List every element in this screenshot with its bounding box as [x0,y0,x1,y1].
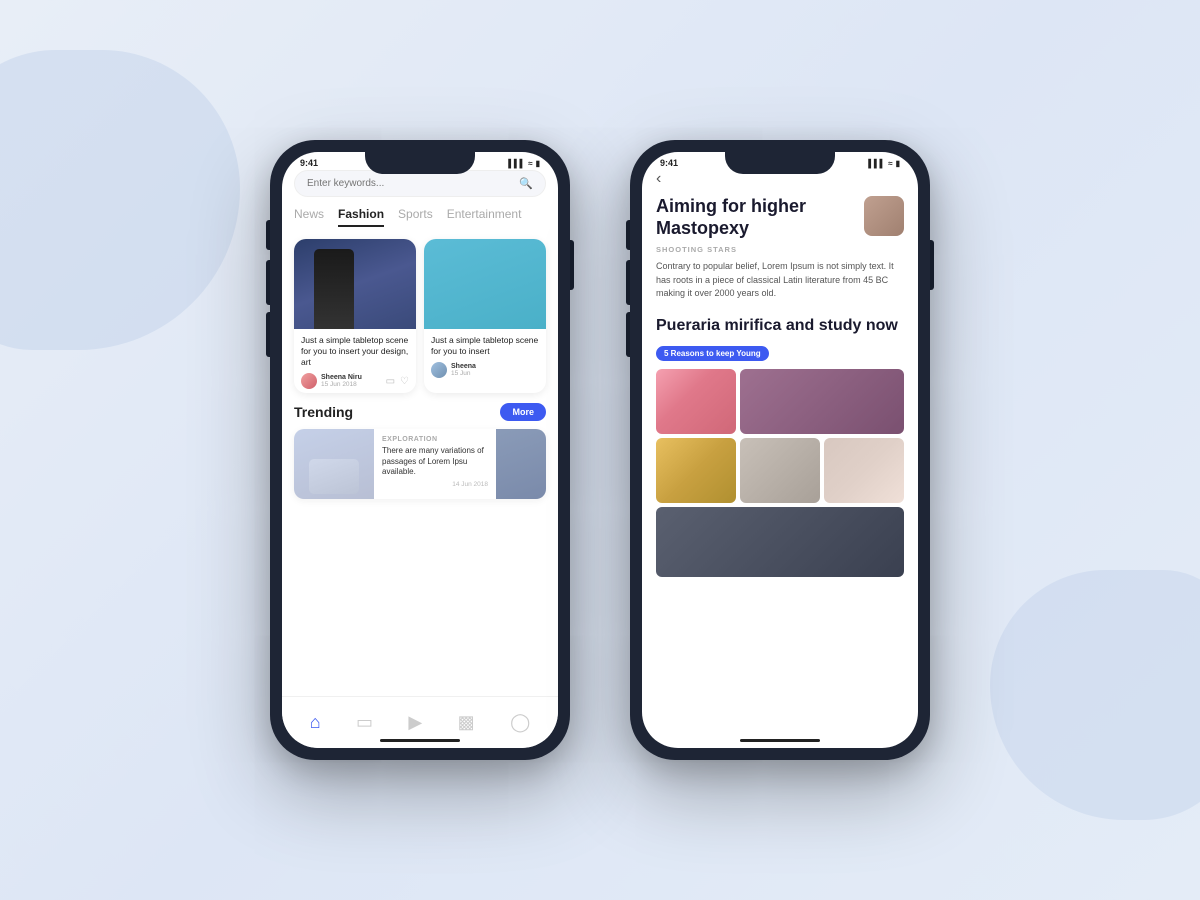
article-excerpt: Contrary to popular belief, Lorem Ipsum … [656,260,904,301]
article-body-1: Just a simple tabletop scene for you to … [294,329,416,393]
trending-header: Trending More [294,403,546,421]
photo-woman-hat [656,438,736,503]
wifi-icon-2: ≈ [888,159,892,168]
article-card-1[interactable]: Just a simple tabletop scene for you to … [294,239,416,393]
author-date-2: 15 Jun [451,370,476,377]
author-info-1: Sheena Niru 15 Jun 2018 [301,373,362,389]
section-title: Pueraria mirifica and study now [656,317,904,335]
article-title-2: Just a simple tabletop scene for you to … [431,335,539,357]
phone-2: 9:41 ▌▌▌ ≈ ▮ ‹ Aiming for higher Mastope… [630,140,930,760]
article-main-title: Aiming for higher Mastopexy [656,196,856,239]
article-body-2: Just a simple tabletop scene for you to … [424,329,546,382]
article-card-2[interactable]: Just a simple tabletop scene for you to … [424,239,546,393]
photo-woman-coat [740,438,820,503]
search-icon: 🔍 [519,177,533,190]
article-thumbnail [864,196,904,236]
volume-down-button [266,312,270,357]
article-meta-1: Sheena Niru 15 Jun 2018 ▭ ♡ [301,373,409,389]
phone-2-content: ‹ Aiming for higher Mastopexy SHOOTING S… [642,170,918,738]
phone-1-content: 🔍 News Fashion Sports Entertainment Just… [282,170,558,738]
tab-entertainment[interactable]: Entertainment [447,207,522,227]
volume-up-button [266,260,270,305]
power-button [570,240,574,290]
author-avatar-1 [301,373,317,389]
photo-woman-closeup [824,438,904,503]
article-header: Aiming for higher Mastopexy [656,196,904,239]
photo-woman-flowers [656,369,736,434]
phones-container: 9:41 ▌▌▌ ≈ ▮ 🔍 News Fashion Spor [270,140,930,760]
article-category: SHOOTING STARS [656,245,904,254]
volume-down-button-2 [626,312,630,357]
photo-man-portrait [656,507,904,577]
volume-up-button-2 [626,260,630,305]
author-avatar-2 [431,362,447,378]
nav-bookmark-icon[interactable]: ▩ [458,712,475,733]
time-display-2: 9:41 [660,158,678,168]
signal-icon: ▌▌▌ [508,159,525,168]
article-image-1 [294,239,416,329]
more-button[interactable]: More [500,403,546,421]
trending-right-image [496,429,546,499]
author-date-1: 15 Jun 2018 [321,381,362,388]
trending-body: EXPLORATION There are many variations of… [374,429,496,499]
photo-woman-redhair [740,369,904,434]
trending-date: 14 Jun 2018 [382,481,488,488]
articles-row: Just a simple tabletop scene for you to … [294,239,546,393]
home-indicator-2 [740,739,820,742]
home-indicator [380,739,460,742]
notch-2 [725,152,835,174]
mute-button-2 [626,220,630,250]
phone-1-screen: 9:41 ▌▌▌ ≈ ▮ 🔍 News Fashion Spor [282,152,558,748]
author-name-1: Sheena Niru [321,374,362,381]
tab-sports[interactable]: Sports [398,207,433,227]
nav-home-icon[interactable]: ⌂ [310,712,321,733]
nav-book-icon[interactable]: ▭ [356,712,373,733]
nav-profile-icon[interactable]: ◯ [510,712,530,733]
status-icons: ▌▌▌ ≈ ▮ [508,159,540,168]
phone-1: 9:41 ▌▌▌ ≈ ▮ 🔍 News Fashion Spor [270,140,570,760]
mute-button [266,220,270,250]
battery-icon: ▮ [536,159,540,168]
trending-category: EXPLORATION [382,436,488,443]
category-tabs: News Fashion Sports Entertainment [294,207,546,227]
photo-grid-row2 [656,438,904,503]
section-badge: 5 Reasons to keep Young [656,346,769,361]
search-input[interactable] [307,178,519,189]
author-details-2: Sheena 15 Jun [451,363,476,377]
author-name-2: Sheena [451,363,476,370]
bookmark-icon-1[interactable]: ▭ [386,376,395,387]
heart-icon-1[interactable]: ♡ [400,376,409,387]
photo-grid-row1 [656,369,904,434]
search-bar[interactable]: 🔍 [294,170,546,197]
phone-2-screen: 9:41 ▌▌▌ ≈ ▮ ‹ Aiming for higher Mastope… [642,152,918,748]
article-meta-2: Sheena 15 Jun [431,362,539,378]
tab-news[interactable]: News [294,207,324,227]
time-display: 9:41 [300,158,318,168]
notch [365,152,475,174]
trending-card[interactable]: EXPLORATION There are many variations of… [294,429,546,499]
author-info-2: Sheena 15 Jun [431,362,476,378]
background-blob-2 [990,570,1200,820]
power-button-2 [930,240,934,290]
trending-left-image [294,429,374,499]
trending-text: There are many variations of passages of… [382,446,488,477]
background-blob-1 [0,50,240,350]
wifi-icon: ≈ [528,159,532,168]
trending-title: Trending [294,404,353,420]
signal-icon-2: ▌▌▌ [868,159,885,168]
article-title-1: Just a simple tabletop scene for you to … [301,335,409,368]
tab-fashion[interactable]: Fashion [338,207,384,227]
status-icons-2: ▌▌▌ ≈ ▮ [868,159,900,168]
battery-icon-2: ▮ [896,159,900,168]
nav-play-icon[interactable]: ▶ [408,712,422,733]
author-details-1: Sheena Niru 15 Jun 2018 [321,374,362,388]
article-image-2 [424,239,546,329]
article-actions-1: ▭ ♡ [386,376,409,387]
